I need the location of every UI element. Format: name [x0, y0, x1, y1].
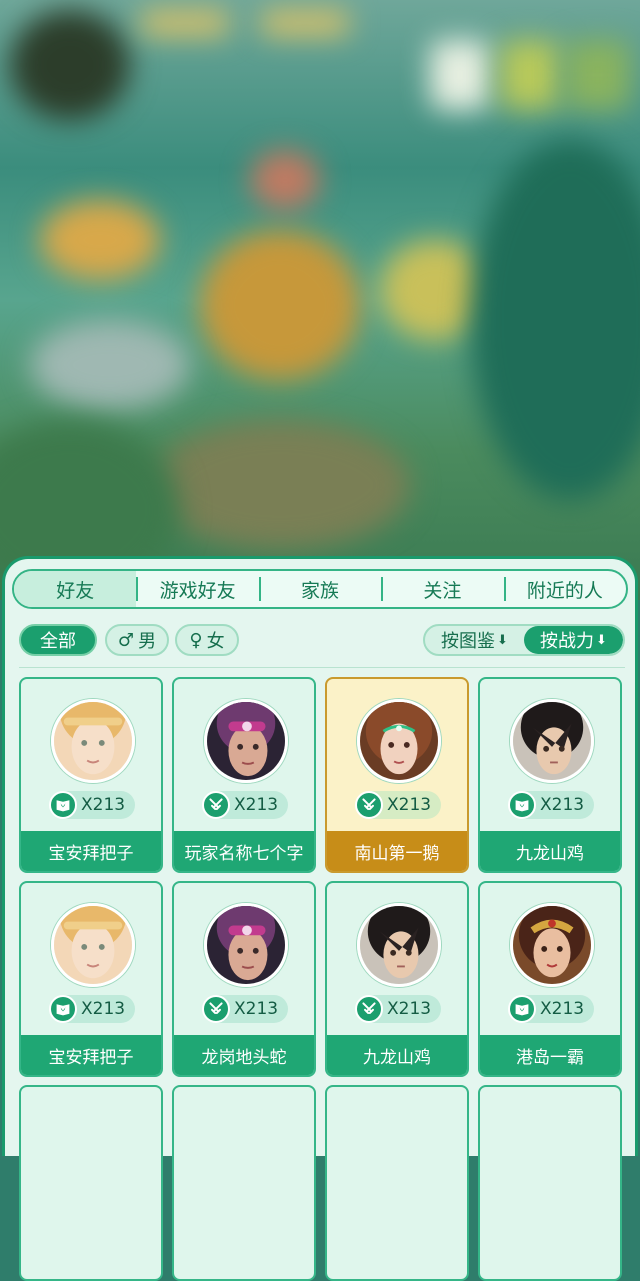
friend-card[interactable]: X213 港岛一霸: [478, 881, 622, 1077]
crossed-swords-icon: [202, 995, 230, 1023]
collection-count-badge: X213: [202, 791, 288, 819]
friend-card[interactable]: X213 玩家名称七个字: [172, 677, 316, 873]
count-label: X213: [387, 795, 432, 815]
friend-name: 宝安拜把子: [21, 1035, 161, 1075]
friend-card[interactable]: X213 龙岗地头蛇: [172, 881, 316, 1077]
friend-name: 龙岗地头蛇: [174, 1035, 314, 1075]
friend-card[interactable]: X213 九龙山鸡: [325, 881, 469, 1077]
friend-card[interactable]: [478, 1085, 622, 1281]
collection-count-badge: X213: [49, 791, 135, 819]
tab-nearby[interactable]: 附近的人: [503, 571, 626, 607]
book-fox-icon: [49, 995, 77, 1023]
collection-count-badge: X213: [202, 995, 288, 1023]
count-label: X213: [234, 795, 279, 815]
collection-count-badge: X213: [49, 995, 135, 1023]
tab-game-friends[interactable]: 游戏好友: [136, 571, 258, 607]
male-icon: ♂: [117, 629, 135, 651]
avatar[interactable]: [357, 699, 441, 783]
friend-card[interactable]: [19, 1085, 163, 1281]
divider: [19, 667, 625, 668]
crossed-swords-icon: [202, 791, 230, 819]
crossed-swords-icon: [355, 995, 383, 1023]
tab-family[interactable]: 家族: [258, 571, 381, 607]
sort-toggle: 按图鉴 ⬇ 按战力 ⬇: [423, 624, 625, 656]
book-fox-icon: [49, 791, 77, 819]
filter-bar: 全部 ♂ 男 ♀ 女 按图鉴 ⬇ 按战力 ⬇: [19, 623, 625, 659]
count-label: X213: [387, 999, 432, 1019]
friend-name: 九龙山鸡: [327, 1035, 467, 1075]
friend-card[interactable]: X213 宝安拜把子: [19, 677, 163, 873]
friend-card[interactable]: X213 南山第一鹅: [325, 677, 469, 873]
count-label: X213: [540, 795, 585, 815]
sort-by-collection-label: 按图鉴: [441, 631, 496, 652]
tab-friends[interactable]: 好友: [14, 571, 137, 607]
avatar[interactable]: [204, 903, 288, 987]
filter-all-label: 全部: [40, 631, 76, 652]
tab-bar: 好友 游戏好友 家族 关注 附近的人: [12, 569, 628, 609]
sort-by-power-button[interactable]: 按战力 ⬇: [524, 626, 623, 654]
avatar[interactable]: [204, 699, 288, 783]
collection-count-badge: X213: [508, 791, 594, 819]
count-label: X213: [540, 999, 585, 1019]
count-label: X213: [81, 795, 126, 815]
avatar[interactable]: [51, 903, 135, 987]
avatar[interactable]: [51, 699, 135, 783]
friend-name: 南山第一鹅: [327, 831, 467, 871]
friend-name: 港岛一霸: [480, 1035, 620, 1075]
friends-panel: 好友 游戏好友 家族 关注 附近的人 全部 ♂ 男 ♀ 女 按图鉴 ⬇ 按战力 …: [2, 556, 638, 1281]
friend-card[interactable]: [325, 1085, 469, 1281]
tab-following[interactable]: 关注: [381, 571, 503, 607]
book-fox-icon: [508, 791, 536, 819]
friend-card[interactable]: X213 九龙山鸡: [478, 677, 622, 873]
count-label: X213: [81, 999, 126, 1019]
avatar[interactable]: [357, 903, 441, 987]
crossed-swords-icon: [355, 791, 383, 819]
filter-female-button[interactable]: ♀ 女: [175, 624, 239, 656]
filter-all-button[interactable]: 全部: [19, 624, 97, 656]
collection-count-badge: X213: [355, 995, 441, 1023]
arrow-down-icon: ⬇: [497, 632, 508, 648]
avatar[interactable]: [510, 903, 594, 987]
friend-name: 宝安拜把子: [21, 831, 161, 871]
filter-female-label: 女: [206, 631, 225, 652]
female-icon: ♀: [189, 629, 203, 651]
friend-card[interactable]: [172, 1085, 316, 1281]
friend-name: 玩家名称七个字: [174, 831, 314, 871]
book-fox-icon: [508, 995, 536, 1023]
blurred-game-background: [0, 0, 640, 600]
friend-grid: X213 宝安拜把子 X213 玩家名称七个字 X213 南山第一鹅 X213 九龙山鸡 X21…: [19, 677, 627, 1281]
sort-by-power-label: 按战力: [540, 631, 595, 652]
filter-male-label: 男: [138, 631, 157, 652]
collection-count-badge: X213: [508, 995, 594, 1023]
friend-card[interactable]: X213 宝安拜把子: [19, 881, 163, 1077]
sort-by-collection-button[interactable]: 按图鉴 ⬇: [425, 626, 524, 654]
collection-count-badge: X213: [355, 791, 441, 819]
arrow-down-icon: ⬇: [596, 632, 607, 648]
friend-name: 九龙山鸡: [480, 831, 620, 871]
avatar[interactable]: [510, 699, 594, 783]
count-label: X213: [234, 999, 279, 1019]
filter-male-button[interactable]: ♂ 男: [105, 624, 169, 656]
